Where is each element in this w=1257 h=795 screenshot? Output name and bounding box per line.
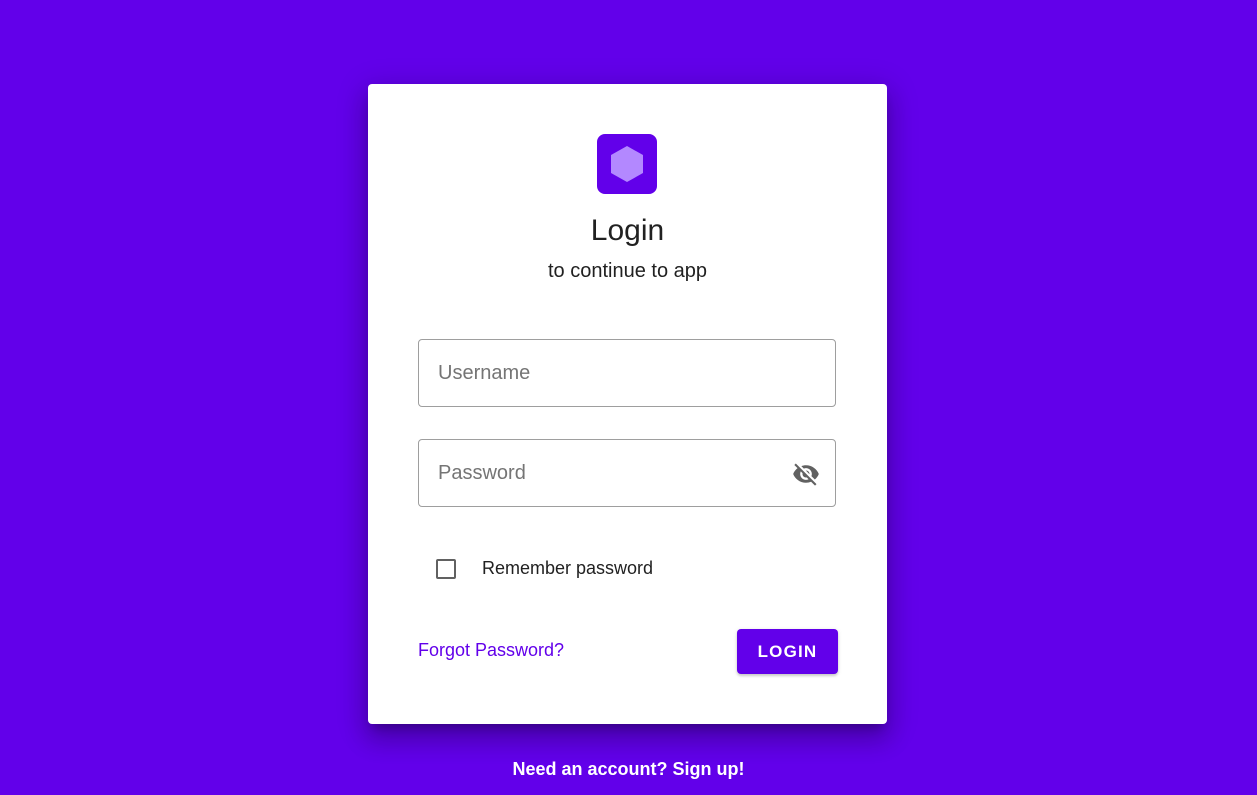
forgot-password-link[interactable]: Forgot Password? — [418, 640, 564, 661]
signup-link[interactable]: Need an account? Sign up! — [0, 759, 1257, 780]
password-field[interactable] — [418, 439, 836, 507]
app-logo — [597, 134, 657, 194]
login-card: Login to continue to app Remember passwo… — [368, 84, 887, 724]
hexagon-icon — [611, 146, 643, 182]
remember-password-label[interactable]: Remember password — [482, 558, 653, 579]
username-field[interactable] — [418, 339, 836, 407]
login-button[interactable]: LOGIN — [737, 629, 838, 674]
page-subtitle: to continue to app — [547, 260, 707, 282]
password-input[interactable] — [438, 461, 778, 485]
page-title: Login — [590, 214, 665, 247]
remember-password-checkbox[interactable] — [436, 558, 456, 579]
username-input[interactable] — [438, 361, 778, 385]
eye-off-icon[interactable] — [791, 460, 821, 488]
remember-password-row: Remember password — [436, 558, 653, 579]
